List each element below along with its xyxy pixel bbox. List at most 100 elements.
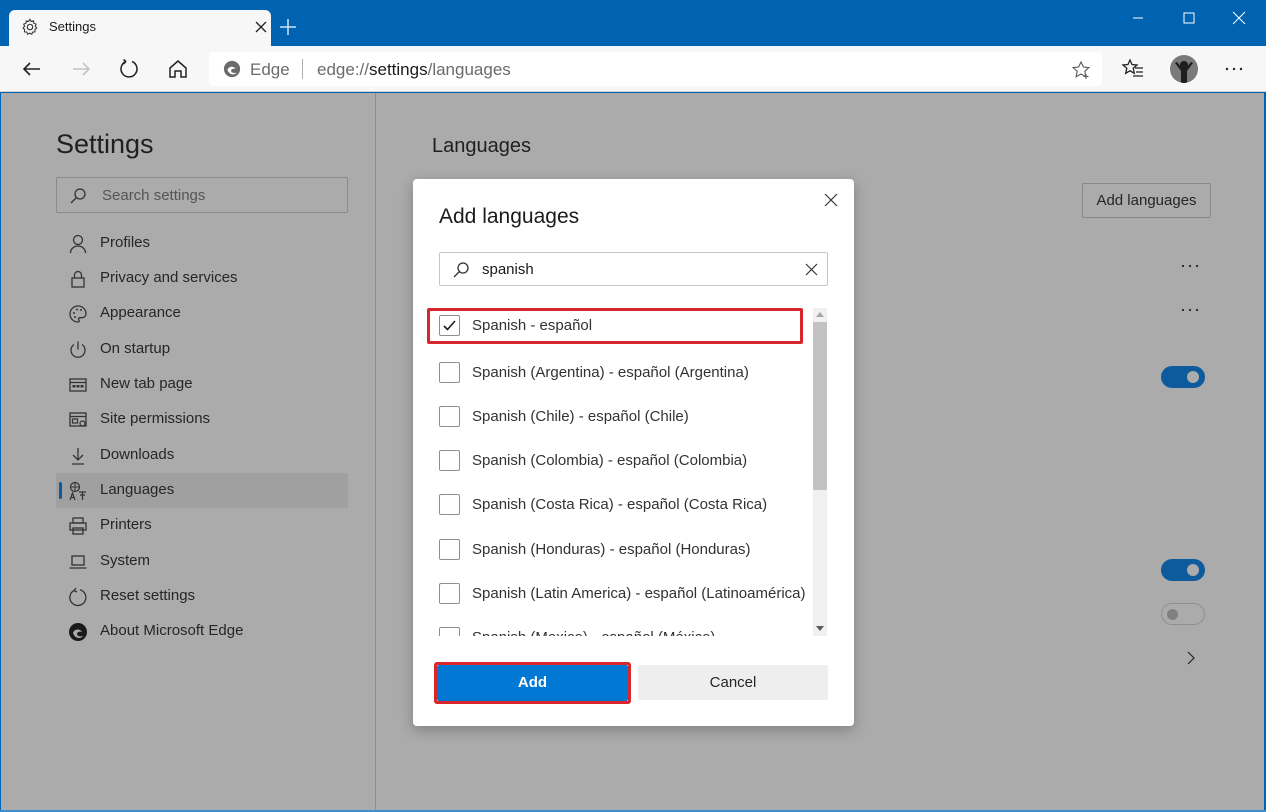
sidebar-item-site-permissions[interactable]: Site permissions (56, 402, 348, 437)
toggle-knob (1187, 564, 1199, 576)
cancel-button[interactable]: Cancel (638, 665, 828, 700)
close-dialog-icon[interactable] (823, 192, 839, 208)
languages-icon (69, 481, 86, 501)
lock-icon (71, 270, 85, 288)
add-favorite-icon[interactable] (1071, 60, 1091, 80)
page-title: Languages (432, 135, 531, 157)
add-button[interactable]: Add (437, 665, 628, 701)
language-option[interactable]: Spanish (Argentina) - español (Argentina… (427, 355, 817, 391)
checkbox[interactable] (439, 406, 460, 427)
address-separator (302, 59, 303, 79)
toggle-knob (1167, 609, 1178, 620)
language-label: Spanish (Latin America) - español (Latin… (472, 585, 806, 602)
forward-icon[interactable] (69, 57, 93, 81)
more-icon[interactable] (1222, 57, 1246, 81)
profile-avatar[interactable] (1170, 55, 1198, 83)
sidebar-item-about[interactable]: About Microsoft Edge (56, 614, 348, 649)
sidebar-item-label: Languages (100, 481, 175, 498)
tab-settings[interactable]: Settings (9, 10, 271, 46)
language-label: Spanish (Argentina) - español (Argentina… (472, 364, 749, 381)
sidebar-item-label: Appearance (100, 304, 181, 321)
new-tab-page-icon (69, 378, 87, 392)
sidebar-item-label: Profiles (100, 234, 151, 251)
checkbox[interactable] (439, 583, 460, 604)
checkbox[interactable] (439, 539, 460, 560)
language-search-field[interactable] (439, 252, 828, 286)
language-option[interactable]: Spanish (Mexico) - español (México) (427, 620, 817, 636)
checkbox[interactable] (439, 627, 460, 636)
sidebar-item-profiles[interactable]: Profiles (56, 226, 348, 261)
new-tab-icon[interactable] (278, 17, 298, 37)
sidebar-item-appearance[interactable]: Appearance (56, 296, 348, 331)
sidebar-item-privacy[interactable]: Privacy and services (56, 261, 348, 296)
language-label: Spanish (Colombia) - español (Colombia) (472, 452, 748, 469)
maximize-icon[interactable] (1179, 8, 1199, 28)
language-option[interactable]: Spanish (Colombia) - español (Colombia) (427, 443, 817, 479)
sidebar-item-label: Site permissions (100, 410, 211, 427)
language-more-icon[interactable] (1178, 305, 1202, 315)
checkmark-icon (443, 320, 456, 331)
title-bar: Settings (0, 0, 1266, 46)
sidebar-item-label: Printers (100, 516, 152, 533)
sidebar-item-printers[interactable]: Printers (56, 508, 348, 543)
checkbox[interactable] (439, 450, 460, 471)
checkbox[interactable] (439, 494, 460, 515)
sidebar-item-new-tab-page[interactable]: New tab page (56, 367, 348, 402)
power-icon (70, 341, 86, 358)
sidebar-item-downloads[interactable]: Downloads (56, 438, 348, 473)
back-icon[interactable] (20, 57, 44, 81)
sidebar-item-label: On startup (100, 340, 171, 357)
site-permissions-icon (69, 412, 87, 427)
home-icon[interactable] (166, 57, 190, 81)
scroll-down-arrow-icon[interactable] (816, 626, 824, 631)
close-tab-icon[interactable] (253, 19, 269, 35)
scroll-up-arrow-icon[interactable] (816, 312, 824, 317)
scrollbar-thumb[interactable] (813, 322, 827, 490)
setting-toggle-off[interactable] (1161, 603, 1205, 625)
checkbox[interactable] (439, 362, 460, 383)
favorites-list-icon[interactable] (1121, 57, 1145, 81)
clear-search-icon[interactable] (805, 263, 818, 276)
search-placeholder: Search settings (102, 187, 206, 204)
language-option[interactable]: Spanish (Costa Rica) - español (Costa Ri… (427, 487, 817, 523)
language-search-input[interactable] (482, 258, 782, 280)
sidebar-item-reset-settings[interactable]: Reset settings (56, 579, 348, 614)
sidebar-item-system[interactable]: System (56, 544, 348, 579)
profile-image-icon (1175, 61, 1193, 83)
language-option[interactable]: Spanish (Latin America) - español (Latin… (427, 576, 817, 612)
palette-icon (69, 305, 87, 323)
sidebar-item-label: Reset settings (100, 587, 196, 604)
url-text[interactable]: edge://settings/languages (317, 60, 511, 80)
tab-title: Settings (49, 19, 96, 34)
language-option[interactable]: Spanish (Honduras) - español (Honduras) (427, 532, 817, 568)
download-icon (72, 448, 84, 465)
minimize-icon[interactable] (1128, 8, 1148, 28)
url-prefix: edge:// (317, 60, 369, 79)
language-list-scrollbar[interactable] (813, 308, 827, 636)
sidebar-item-languages[interactable]: Languages (56, 473, 348, 508)
gear-icon (22, 18, 38, 35)
language-option[interactable]: Spanish (Chile) - español (Chile) (427, 399, 817, 435)
refresh-icon[interactable] (117, 57, 141, 81)
settings-search-input[interactable]: Search settings (56, 177, 348, 213)
offer-translate-toggle[interactable] (1161, 366, 1205, 388)
dialog-title: Add languages (439, 205, 580, 228)
language-more-icon[interactable] (1178, 261, 1202, 271)
sidebar-item-label: Privacy and services (100, 269, 238, 286)
spellcheck-toggle[interactable] (1161, 559, 1205, 581)
checkbox-checked[interactable] (439, 315, 460, 336)
sidebar-item-on-startup[interactable]: On startup (56, 332, 348, 367)
add-languages-button[interactable]: Add languages (1082, 183, 1211, 218)
add-languages-dialog: Add languages Spanish - español Spanish … (413, 179, 854, 726)
sidebar-item-label: Downloads (100, 446, 175, 463)
url-path: /languages (427, 60, 511, 79)
person-icon (69, 234, 87, 254)
sidebar-item-label: New tab page (100, 375, 193, 392)
close-window-icon[interactable] (1229, 8, 1249, 28)
active-indicator (59, 482, 62, 499)
search-icon (453, 262, 469, 278)
chevron-right-icon[interactable] (1184, 651, 1198, 665)
address-bar[interactable]: Edge edge://settings/languages (209, 52, 1102, 86)
language-label: Spanish (Chile) - español (Chile) (472, 408, 689, 425)
language-option[interactable]: Spanish - español (427, 308, 803, 344)
